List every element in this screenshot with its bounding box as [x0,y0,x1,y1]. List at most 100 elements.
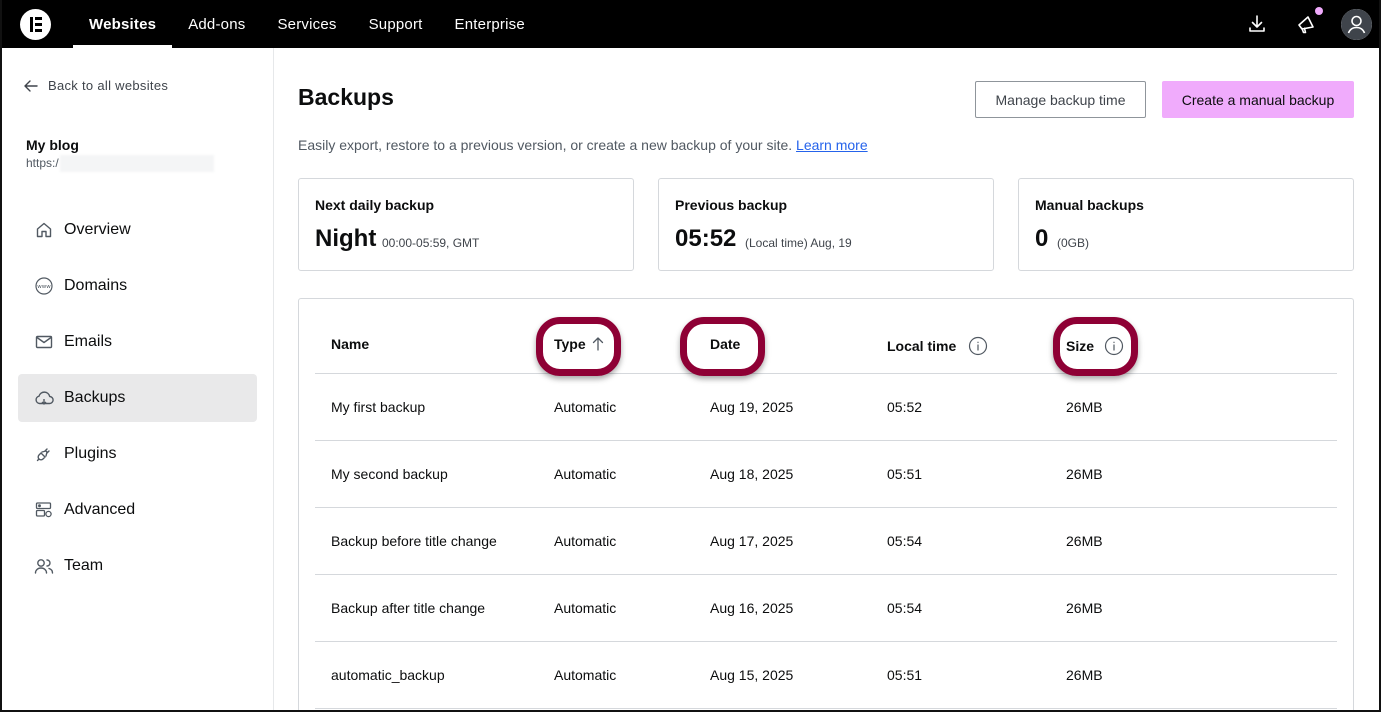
create-manual-backup-button[interactable]: Create a manual backup [1162,81,1354,118]
sidebar-item-backups[interactable]: Backups [18,374,257,422]
cell-local-time: 05:51 [887,667,923,683]
sort-ascending-icon [592,337,603,351]
sidebar-item-advanced[interactable]: Advanced [18,486,257,534]
sidebar-item-domains[interactable]: www Domains [18,262,257,310]
site-name: My blog [26,137,79,153]
cell-name: automatic_backup [331,667,445,683]
sidebar-item-label: Backups [64,389,126,406]
envelope-icon [34,332,54,352]
previous-backup-card: Previous backup 05:52 (Local time) Aug, … [658,178,994,271]
cell-name: My first backup [331,399,426,415]
cell-size: 26MB [1066,466,1103,482]
card-value: 05:52 [675,225,737,252]
table-row[interactable]: Backup after title change Automatic Aug … [315,575,1337,642]
page-title: Backups [298,84,394,110]
card-value: Night [315,225,377,252]
download-icon[interactable] [1244,11,1270,37]
main-content: Backups Manage backup time Create a manu… [275,48,1379,712]
cell-type: Automatic [554,600,617,616]
cell-date: Aug 16, 2025 [710,600,794,616]
column-header-type[interactable]: Type [554,336,604,352]
card-note: (0GB) [1057,236,1090,250]
page-description: Easily export, restore to a previous ver… [298,137,868,153]
table-row[interactable]: automatic_backup Automatic Aug 15, 2025 … [315,642,1337,709]
site-url: https:/ [26,156,59,170]
sidebar-item-team[interactable]: Team [18,542,257,590]
nav-services[interactable]: Services [261,0,352,48]
nav-enterprise[interactable]: Enterprise [439,0,541,48]
sidebar-item-label: Team [64,557,104,574]
cloud-icon [34,388,54,408]
sidebar-item-label: Emails [64,333,113,350]
column-header-name[interactable]: Name [331,336,369,352]
nav-websites[interactable]: Websites [73,0,173,48]
cell-type: Automatic [554,399,617,415]
sidebar-item-label: Plugins [64,445,117,462]
cell-local-time: 05:52 [887,399,923,415]
sidebar-item-label: Overview [64,221,131,238]
card-title: Previous backup [675,197,788,213]
cell-name: Backup after title change [331,600,486,616]
cell-date: Aug 15, 2025 [710,667,794,683]
cell-size: 26MB [1066,600,1103,616]
cell-date: Aug 18, 2025 [710,466,794,482]
sidebar-item-overview[interactable]: Overview [18,206,257,254]
nav-support[interactable]: Support [353,0,439,48]
table-row[interactable]: My second backup Automatic Aug 18, 2025 … [315,441,1337,508]
plug-icon [34,444,54,464]
cell-type: Automatic [554,533,617,549]
megaphone-icon[interactable] [1293,11,1319,37]
column-header-local-time[interactable]: Local time [887,336,988,356]
sidebar-item-label: Domains [64,277,128,294]
card-note: 00:00-05:59, GMT [382,236,480,250]
cell-size: 26MB [1066,399,1103,415]
manual-backups-card: Manual backups 0 (0GB) [1018,178,1354,271]
home-icon [34,220,54,240]
elementor-logo-icon[interactable] [20,9,51,40]
header-label: Name [331,336,370,352]
nav-add-ons[interactable]: Add-ons [172,0,261,48]
back-to-websites-link[interactable]: Back to all websites [24,78,168,93]
main-nav: Websites Add-ons Services Support Enterp… [73,0,541,48]
column-header-size[interactable]: Size [1066,336,1124,356]
cell-type: Automatic [554,667,617,683]
card-title: Manual backups [1035,197,1144,213]
table-row[interactable]: Backup before title change Automatic Aug… [315,508,1337,575]
globe-www-icon: www [34,276,54,296]
back-label: Back to all websites [48,78,169,93]
header-label: Local time [887,338,957,354]
next-daily-backup-card: Next daily backup Night 00:00-05:59, GMT [298,178,634,271]
sidebar: Back to all websites My blog https:/ Ove… [2,48,274,712]
server-settings-icon [34,500,54,520]
arrow-left-icon [24,79,38,92]
card-note: (Local time) Aug, 19 [745,236,852,250]
redacted-url [60,155,214,172]
cell-name: My second backup [331,466,448,482]
cell-local-time: 05:51 [887,466,923,482]
column-header-date[interactable]: Date [710,336,740,352]
sidebar-item-label: Advanced [64,501,136,518]
avatar[interactable] [1341,9,1372,40]
info-icon[interactable] [968,336,988,356]
manage-backup-time-button[interactable]: Manage backup time [975,81,1146,118]
cell-size: 26MB [1066,533,1103,549]
backups-table: Name Type Date Local time Size My first … [298,298,1354,712]
svg-text:www: www [37,284,51,290]
card-value: 0 [1035,225,1049,252]
info-icon[interactable] [1104,336,1124,356]
cell-date: Aug 17, 2025 [710,533,794,549]
cell-size: 26MB [1066,667,1103,683]
description-text: Easily export, restore to a previous ver… [298,137,793,153]
cell-local-time: 05:54 [887,600,923,616]
notification-dot [1315,7,1323,15]
sidebar-item-plugins[interactable]: Plugins [18,430,257,478]
table-row[interactable]: My first backup Automatic Aug 19, 2025 0… [315,374,1337,441]
learn-more-link[interactable]: Learn more [796,137,868,153]
header-label: Size [1066,338,1095,354]
cell-type: Automatic [554,466,617,482]
cell-local-time: 05:54 [887,533,923,549]
cell-name: Backup before title change [331,533,497,549]
header-label: Date [710,336,741,352]
sidebar-item-emails[interactable]: Emails [18,318,257,366]
users-icon [34,556,54,576]
